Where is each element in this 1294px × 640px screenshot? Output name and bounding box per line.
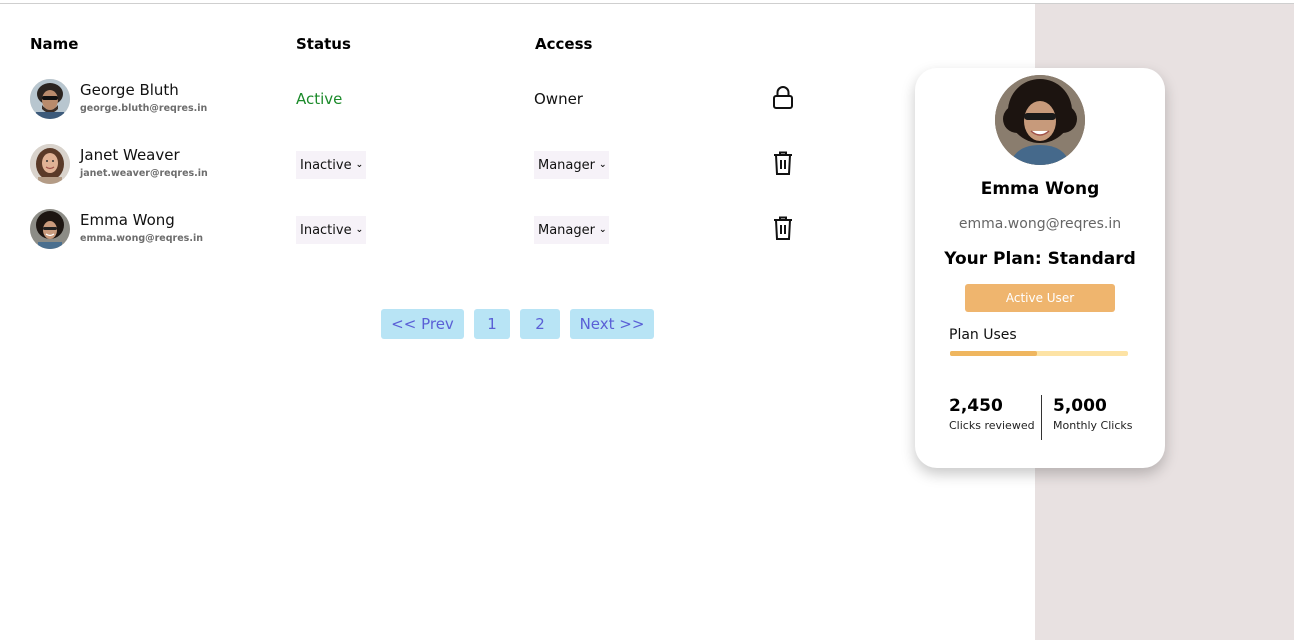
avatar (30, 209, 70, 249)
header-access: Access (535, 35, 593, 53)
plan-uses-progress-fill (950, 351, 1038, 356)
status-label: Active (296, 90, 343, 108)
monthly-clicks-label: Monthly Clicks (1053, 419, 1133, 432)
header-name: Name (30, 35, 79, 53)
status-select[interactable]: Inactive ⌄ (296, 151, 366, 179)
trash-icon[interactable] (771, 215, 795, 241)
monthly-clicks-value: 5,000 (1053, 396, 1107, 416)
clicks-reviewed-value: 2,450 (949, 396, 1003, 416)
user-email: emma.wong@reqres.in (80, 233, 203, 244)
user-name: Janet Weaver (80, 146, 180, 164)
plan-uses-label: Plan Uses (949, 327, 1017, 343)
profile-card: Emma Wong emma.wong@reqres.in Your Plan:… (915, 68, 1165, 468)
avatar (30, 144, 70, 184)
plan-uses-progress (950, 351, 1128, 356)
profile-avatar (995, 75, 1085, 165)
status-select[interactable]: Inactive ⌄ (296, 216, 366, 244)
profile-email: emma.wong@reqres.in (958, 216, 1122, 232)
status-select-value: Inactive (300, 157, 352, 173)
page-button-2[interactable]: 2 (520, 309, 560, 339)
stat-divider (1041, 395, 1042, 440)
access-label: Owner (534, 90, 583, 108)
next-page-button[interactable]: Next >> (570, 309, 654, 339)
access-select[interactable]: Manager ⌄ (534, 216, 609, 244)
prev-page-button[interactable]: << Prev (381, 309, 464, 339)
status-select-value: Inactive (300, 222, 352, 238)
avatar (30, 79, 70, 119)
clicks-reviewed-label: Clicks reviewed (949, 419, 1035, 432)
table-row: George Bluth george.bluth@reqres.in Acti… (0, 77, 900, 121)
user-email: janet.weaver@reqres.in (80, 168, 208, 179)
user-name: George Bluth (80, 81, 179, 99)
access-select-value: Manager (538, 157, 595, 173)
lock-icon (771, 85, 795, 111)
plan-title: Your Plan: Standard (944, 249, 1136, 269)
user-email: george.bluth@reqres.in (80, 103, 208, 114)
chevron-down-icon: ⌄ (598, 225, 607, 235)
chevron-down-icon: ⌄ (598, 160, 607, 170)
user-name: Emma Wong (80, 211, 175, 229)
page-button-1[interactable]: 1 (474, 309, 510, 339)
access-select[interactable]: Manager ⌄ (534, 151, 609, 179)
chevron-down-icon: ⌄ (355, 160, 364, 170)
active-user-button[interactable]: Active User (965, 284, 1115, 312)
header-status: Status (296, 35, 351, 53)
table-row: Janet Weaver janet.weaver@reqres.in Inac… (0, 142, 900, 186)
access-select-value: Manager (538, 222, 595, 238)
profile-name: Emma Wong (980, 179, 1100, 199)
table-row: Emma Wong emma.wong@reqres.in Inactive ⌄… (0, 207, 900, 251)
chevron-down-icon: ⌄ (355, 225, 364, 235)
trash-icon[interactable] (771, 150, 795, 176)
